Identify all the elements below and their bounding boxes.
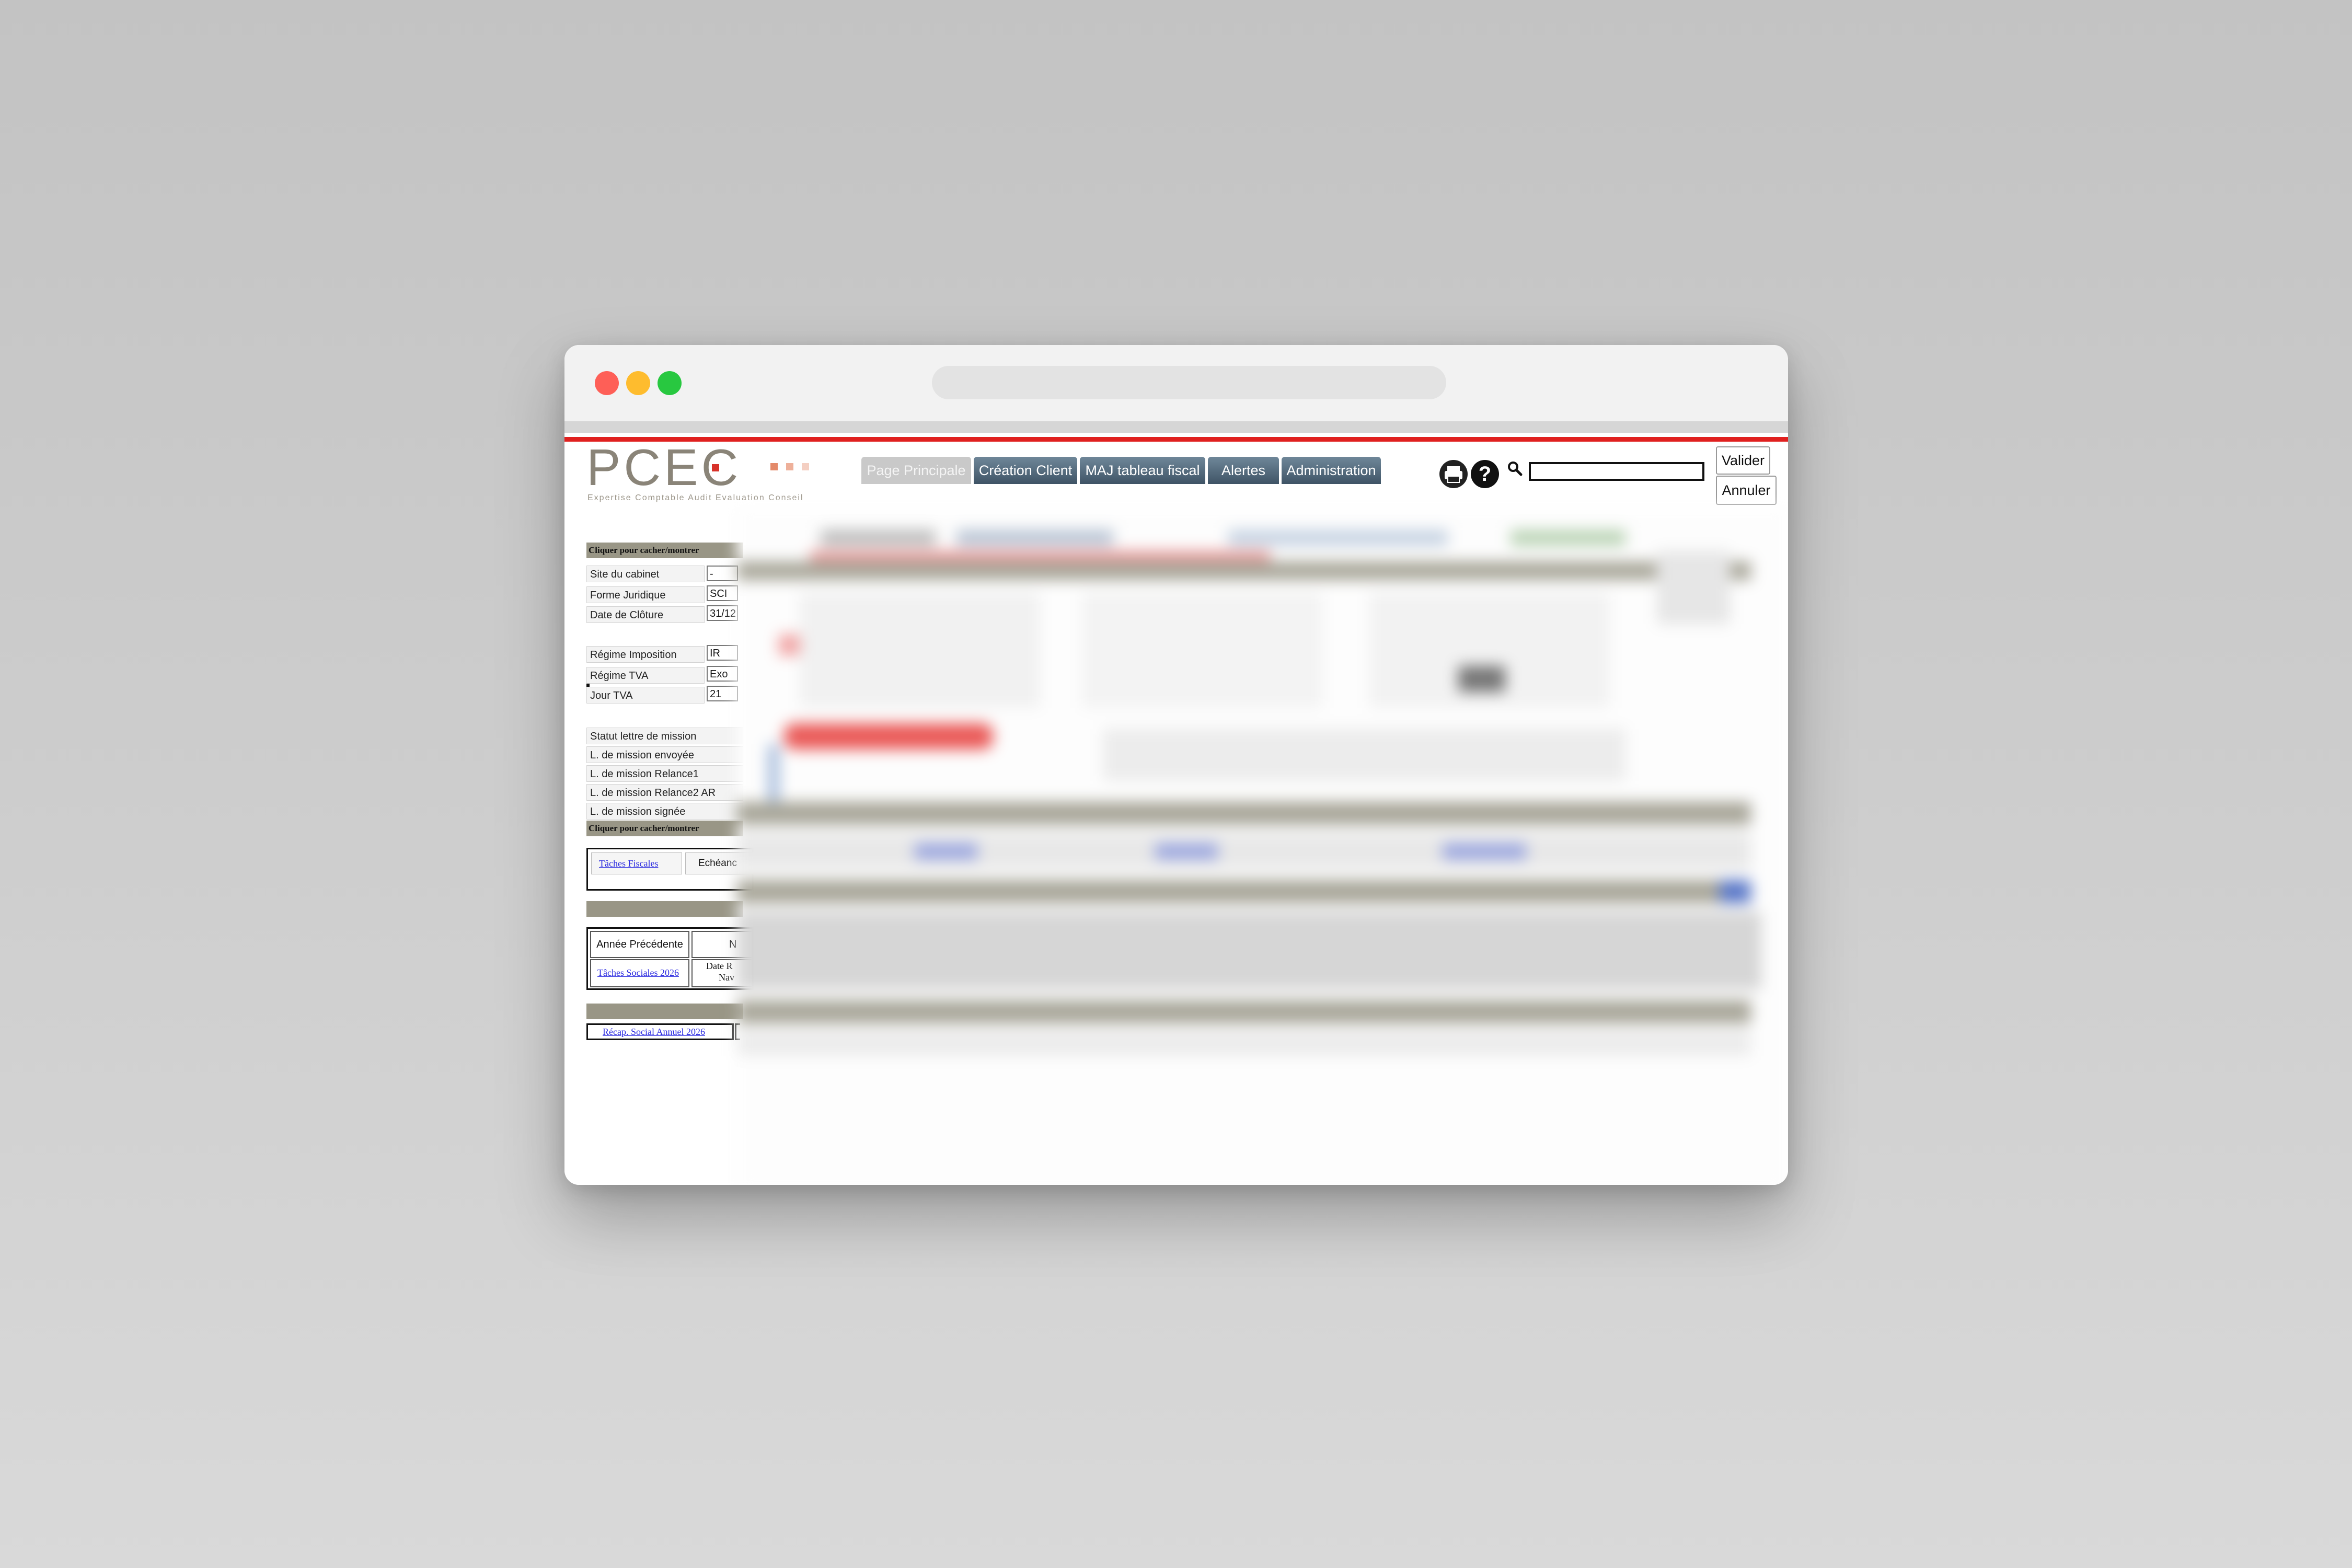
logo-tagline: Expertise Comptable Audit Evaluation Con… [587,493,804,502]
mission-relance2-label: L. de mission Relance2 AR [586,784,743,801]
field-label-regime-imposition: Régime Imposition [586,646,705,663]
field-value-date-cloture[interactable]: 31/12 [707,605,738,621]
mission-relance1-label: L. de mission Relance1 [586,765,743,782]
header-accent-line [564,437,1788,442]
tab-page-principale[interactable]: Page Principale [861,457,971,484]
logo-dot [770,463,778,470]
pcec-logo[interactable]: PCEC Expertise Comptable Audit Evaluatio… [586,442,832,503]
recap-social-link[interactable]: Récap. Social Annuel 2026 [603,1027,705,1037]
toggle-bar[interactable]: Cliquer pour cacher/montrer [586,543,743,558]
annee-precedente-cell[interactable]: Année Précédente [590,931,689,958]
section-divider [586,901,743,917]
tab-creation-client[interactable]: Création Client [974,457,1077,484]
field-label-forme-juridique: Forme Juridique [586,586,705,603]
spacer-16 [586,684,590,687]
search-icon[interactable] [1506,460,1524,478]
minimize-window-button[interactable] [626,371,650,395]
blurred-content [737,509,1788,1185]
close-window-button[interactable] [595,371,619,395]
field-value-site[interactable]: - [707,566,738,581]
logo-dot [786,463,793,470]
help-icon[interactable]: ? [1471,460,1499,488]
search-input[interactable] [1529,462,1704,481]
mission-status-label: Statut lettre de mission [586,728,743,744]
tab-administration[interactable]: Administration [1282,457,1381,484]
address-bar[interactable] [932,366,1446,399]
taches-fiscales-box: Tâches Fiscales Echéanc [586,848,755,891]
field-value-forme-juridique[interactable]: SCI [707,585,738,601]
browser-titlebar [564,345,1788,422]
field-value-regime-imposition[interactable]: IR [707,645,738,661]
field-label-date-cloture: Date de Clôture [586,606,705,623]
field-label-site: Site du cabinet [586,566,705,582]
valider-button[interactable]: Valider [1716,446,1770,475]
maximize-window-button[interactable] [658,371,682,395]
toggle-bar-2[interactable]: Cliquer pour cacher/montrer [586,821,743,836]
taches-fiscales-cell: Tâches Fiscales [591,852,682,874]
taches-sociales-cell: Tâches Sociales 2026 [590,959,689,987]
field-value-regime-tva[interactable]: Exo [707,666,738,682]
taches-fiscales-link[interactable]: Tâches Fiscales [599,858,658,869]
taches-sociales-link[interactable]: Tâches Sociales 2026 [597,967,679,978]
printer-icon[interactable] [1439,460,1468,488]
logo-red-dot [712,464,719,471]
field-label-jour-tva: Jour TVA [586,687,705,704]
field-value-jour-tva[interactable]: 21 [707,686,738,701]
taches-sociales-box: Année Précédente N Tâches Sociales 2026 … [586,927,754,990]
toolbar-strip [564,421,1788,433]
annuler-button[interactable]: Annuler [1716,476,1777,505]
page-content: PCEC Expertise Comptable Audit Evaluatio… [564,442,1788,1185]
tab-alertes[interactable]: Alertes [1208,457,1279,484]
browser-window: PCEC Expertise Comptable Audit Evaluatio… [564,345,1788,1185]
recap-box: Récap. Social Annuel 2026 [586,1023,734,1040]
tab-maj-tableau-fiscal[interactable]: MAJ tableau fiscal [1080,457,1205,484]
section-divider-2 [586,1004,743,1019]
field-label-regime-tva: Régime TVA [586,667,705,684]
logo-dot [802,463,809,470]
mission-envoyee-label: L. de mission envoyée [586,746,743,763]
mission-signee-label: L. de mission signée [586,803,743,820]
